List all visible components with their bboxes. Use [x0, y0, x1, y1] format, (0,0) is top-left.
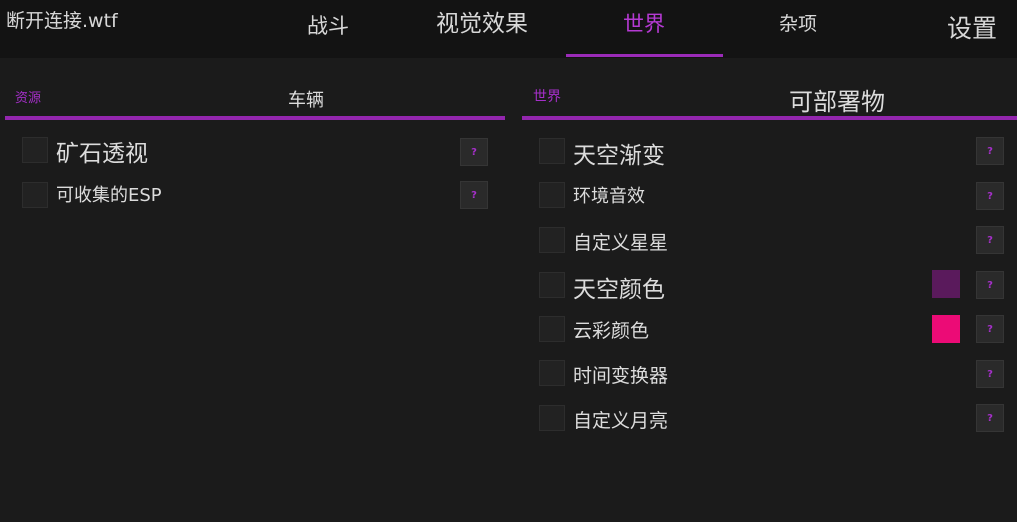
sky-color-help-button[interactable]: ?: [976, 271, 1004, 299]
custom-moon-label: 自定义月亮: [573, 410, 669, 432]
sky-color-checkbox[interactable]: [539, 272, 565, 298]
custom-stars-help-button[interactable]: ?: [976, 226, 1004, 254]
right-divider: [522, 116, 1017, 120]
sky-gradient-label: 天空渐变: [573, 143, 665, 169]
collectible-esp-label: 可收集的ESP: [56, 185, 162, 206]
tab-settings[interactable]: 设置: [947, 9, 997, 45]
time-changer-help-button[interactable]: ?: [976, 360, 1004, 388]
cloud-color-checkbox[interactable]: [539, 316, 565, 342]
ambient-sound-help-button[interactable]: ?: [976, 182, 1004, 210]
custom-stars-checkbox[interactable]: [539, 227, 565, 253]
app-title: 断开连接.wtf: [6, 10, 118, 32]
tab-visuals[interactable]: 视觉效果: [436, 4, 528, 38]
custom-moon-checkbox[interactable]: [539, 405, 565, 431]
ore-esp-help-button[interactable]: ?: [460, 138, 488, 166]
tab-world[interactable]: 世界: [623, 8, 665, 38]
tab-misc[interactable]: 杂项: [779, 9, 817, 36]
cloud-color-label: 云彩颜色: [573, 320, 650, 342]
left-divider: [5, 116, 505, 120]
active-tab-indicator: [566, 54, 723, 57]
ore-esp-label: 矿石透视: [56, 141, 148, 167]
ore-esp-checkbox[interactable]: [22, 137, 48, 163]
left-section-label: 资源: [15, 91, 42, 106]
collectible-esp-help-button[interactable]: ?: [460, 181, 488, 209]
cloud-color-help-button[interactable]: ?: [976, 315, 1004, 343]
tab-combat[interactable]: 战斗: [307, 10, 349, 40]
ambient-sound-label: 环境音效: [573, 186, 645, 207]
time-changer-label: 时间变换器: [573, 365, 669, 387]
time-changer-checkbox[interactable]: [539, 360, 565, 386]
sky-gradient-checkbox[interactable]: [539, 138, 565, 164]
custom-stars-label: 自定义星星: [573, 232, 669, 254]
left-subtitle-vehicles[interactable]: 车辆: [288, 86, 324, 112]
custom-moon-help-button[interactable]: ?: [976, 404, 1004, 432]
sky-color-label: 天空颜色: [573, 277, 665, 303]
right-subtitle-deployables[interactable]: 可部署物: [789, 82, 885, 117]
ambient-sound-checkbox[interactable]: [539, 182, 565, 208]
cloud-color-swatch[interactable]: [932, 315, 960, 343]
sky-gradient-help-button[interactable]: ?: [976, 137, 1004, 165]
collectible-esp-checkbox[interactable]: [22, 182, 48, 208]
right-section-label: 世界: [533, 89, 561, 105]
sky-color-swatch[interactable]: [932, 270, 960, 298]
top-nav-bar: 断开连接.wtf 战斗 视觉效果 世界 杂项 设置: [0, 0, 1017, 58]
